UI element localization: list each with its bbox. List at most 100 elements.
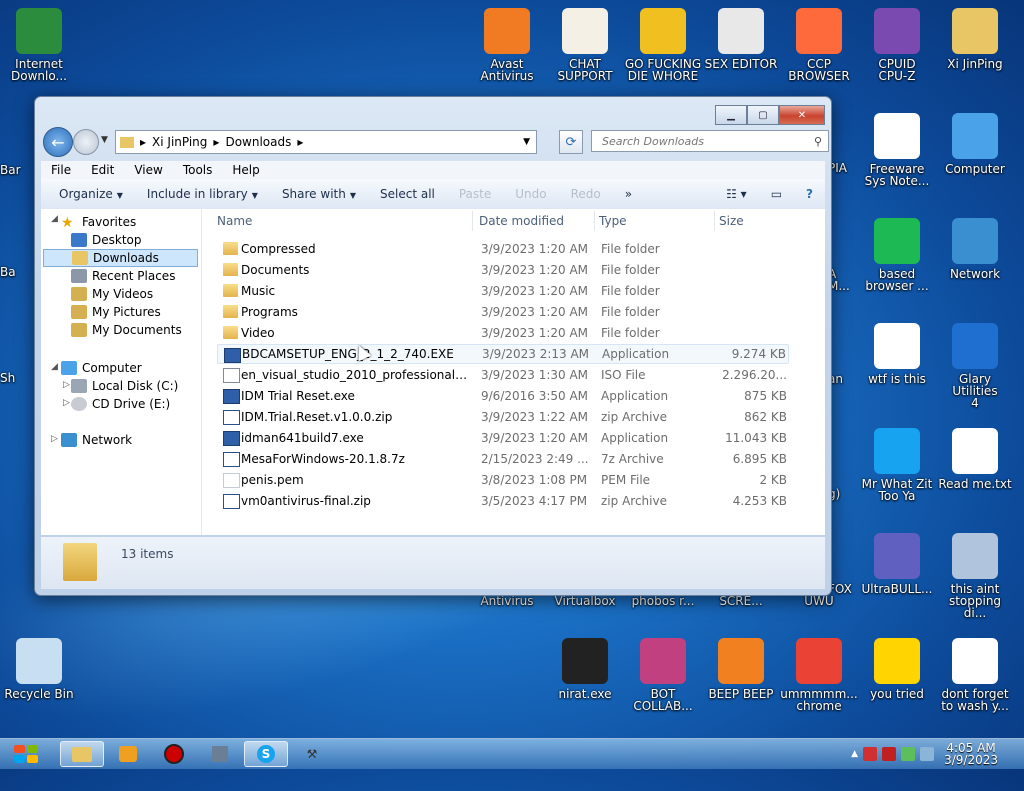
taskbar-virtualbox[interactable] [198,741,242,767]
menu-file[interactable]: File [41,163,81,177]
desktop-icon[interactable]: BEEP BEEP [702,638,780,700]
partial-icon-label[interactable]: g) [828,488,858,500]
breadcrumb-separator[interactable]: ▸ [297,135,303,149]
taskbar-explorer[interactable] [60,741,104,767]
nav-favorites[interactable]: ★ Favorites [61,213,136,231]
expand-arrow-icon[interactable]: ▷ [63,398,70,408]
desktop-icon[interactable]: you tried [858,638,936,700]
menu-edit[interactable]: Edit [81,163,124,177]
start-button[interactable] [6,741,46,767]
column-divider[interactable] [472,211,473,231]
nav-downloads[interactable]: Downloads [43,249,198,267]
desktop-icon[interactable]: dont forget to wash y... [936,638,1014,712]
partial-icon-label[interactable]: SCRE... [702,595,780,607]
recent-pages-dropdown[interactable]: ▼ [101,135,108,145]
desktop-icon[interactable]: Glary Utilities 4 [936,323,1014,409]
desktop-icon[interactable]: Read me.txt [936,428,1014,490]
desktop-icon[interactable]: CCP BROWSER [780,8,858,82]
more-commands-button[interactable]: » [613,187,644,201]
tray-app-icon[interactable] [882,747,897,761]
file-row[interactable]: Music 3/9/2023 1:20 AM File folder [217,281,789,301]
menu-tools[interactable]: Tools [173,163,223,177]
desktop-icon[interactable]: Freeware Sys Note... [858,113,936,187]
desktop-icon[interactable]: Network [936,218,1014,280]
partial-icon-label[interactable]: Virtualbox [546,595,624,607]
nav-my-documents[interactable]: My Documents [71,321,182,339]
desktop-icon[interactable]: this aint stopping di... [936,533,1014,619]
column-header-name[interactable]: Name [217,209,473,233]
partial-icon-label[interactable]: UWU [780,595,858,607]
partial-icon-label[interactable]: Antivirus [468,595,546,607]
change-view-button[interactable]: ☷ ▾ [714,187,759,201]
file-row[interactable]: vm0antivirus-final.zip 3/5/2023 4:17 PM zi… [217,491,789,511]
desktop-icon[interactable]: GO FUCKING DIE WHORE [624,8,702,82]
refresh-button[interactable]: ⟳ [559,130,583,154]
column-divider[interactable] [714,211,715,231]
nav-my-pictures[interactable]: My Pictures [71,303,161,321]
volume-icon[interactable] [920,747,935,761]
breadcrumb-downloads[interactable]: Downloads [225,135,291,149]
desktop-icon[interactable]: Computer [936,113,1014,175]
file-row[interactable]: MesaForWindows-20.1.8.7z 2/15/2023 2:49 .… [217,449,789,469]
collapse-arrow-icon[interactable]: ◢ [51,362,58,372]
nav-recent-places[interactable]: Recent Places [71,267,175,285]
explorer-window[interactable]: ▁ ▢ ✕ ← ▼ ▸ Xi JinPing ▸ Downloads ▸ ▼ ⟳… [34,96,832,596]
file-row[interactable]: penis.pem 3/8/2023 1:08 PM PEM File 2 KB [217,470,789,490]
column-header-size[interactable]: Size [719,209,799,233]
collapse-arrow-icon[interactable]: ◢ [51,214,58,224]
file-row[interactable]: Video 3/9/2023 1:20 AM File folder [217,323,789,343]
forward-button[interactable] [73,129,99,155]
show-hidden-icons-button[interactable]: ▲ [851,749,858,759]
file-row[interactable]: Programs 3/9/2023 1:20 AM File folder [217,302,789,322]
back-button[interactable]: ← [43,127,73,157]
menu-help[interactable]: Help [222,163,269,177]
desktop-icon[interactable]: Mr What Zit Too Ya [858,428,936,502]
desktop-icon[interactable]: Avast Antivirus [468,8,546,82]
file-row[interactable]: idman641build7.exe 3/9/2023 1:20 AM Applic… [217,428,789,448]
desktop-icon[interactable]: Recycle Bin [0,638,78,700]
desktop-icon[interactable]: UltraBULL... [858,533,936,595]
expand-arrow-icon[interactable]: ▷ [63,380,70,390]
include-in-library-button[interactable]: Include in library ▼ [135,187,270,201]
desktop-icon[interactable]: Xi JinPing [936,8,1014,70]
select-all-button[interactable]: Select all [368,187,447,201]
desktop-icon[interactable]: SEX EDITOR [702,8,780,70]
file-row[interactable]: Documents 3/9/2023 1:20 AM File folder [217,260,789,280]
taskbar-media-player[interactable] [106,741,150,767]
redo-button[interactable]: Redo [559,187,613,201]
desktop-icon[interactable]: ummmmm... chrome [780,638,858,712]
taskbar-tool[interactable]: ⚒ [290,741,334,767]
taskbar-record-app[interactable] [152,741,196,767]
breadcrumb-xi-jinping[interactable]: Xi JinPing [152,135,207,149]
column-header-date[interactable]: Date modified [479,209,595,233]
search-box[interactable]: ⚲ [591,130,829,152]
nav-desktop[interactable]: Desktop [71,231,142,249]
address-bar[interactable]: ▸ Xi JinPing ▸ Downloads ▸ ▼ [115,130,537,154]
help-icon[interactable]: ? [794,187,825,201]
desktop-icon[interactable]: BOT COLLAB... [624,638,702,712]
clock[interactable]: 4:05 AM 3/9/2023 [944,742,998,766]
nav-network[interactable]: Network [61,431,132,449]
organize-button[interactable]: Organize ▼ [47,187,135,201]
expand-arrow-icon[interactable]: ▷ [51,434,58,444]
taskbar-skype[interactable]: S [244,741,288,767]
desktop-icon[interactable]: wtf is this [858,323,936,385]
paste-button[interactable]: Paste [447,187,503,201]
breadcrumb-separator[interactable]: ▸ [140,135,146,149]
undo-button[interactable]: Undo [503,187,558,201]
menu-view[interactable]: View [124,163,172,177]
desktop-icon[interactable]: CPUID CPU-Z [858,8,936,82]
partial-icon-label[interactable]: an [828,373,858,385]
desktop-icon[interactable]: Internet Downlo... [0,8,78,82]
file-row[interactable]: BDCAMSETUP_ENG_2_1_2_740.EXE 3/9/2023 2:1… [217,344,789,364]
nav-my-videos[interactable]: My Videos [71,285,153,303]
file-row[interactable]: IDM.Trial.Reset.v1.0.0.zip 3/9/2023 1:22 … [217,407,789,427]
nav-local-disk[interactable]: Local Disk (C:) [71,377,178,395]
share-with-button[interactable]: Share with ▼ [270,187,368,201]
column-header-type[interactable]: Type [599,209,715,233]
search-icon[interactable]: ⚲ [814,135,822,148]
desktop-icon[interactable]: nirat.exe [546,638,624,700]
breadcrumb-separator[interactable]: ▸ [213,135,219,149]
close-button[interactable]: ✕ [779,105,825,125]
partial-icon-label[interactable]: A M... [828,268,858,292]
